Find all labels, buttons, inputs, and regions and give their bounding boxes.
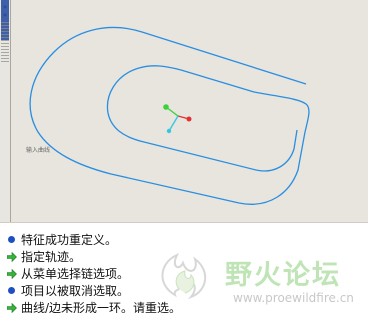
message-line: 指定轨迹。 (7, 248, 81, 265)
csys-z-end (166, 128, 172, 134)
info-dot-icon (8, 287, 15, 294)
message-line: 曲线/边未形成一环。请重选。 (7, 299, 181, 313)
prompt-arrow-icon (7, 268, 17, 279)
inner-trajectory-curve[interactable] (106, 65, 298, 172)
left-tool-strip[interactable]: » » (0, 0, 11, 222)
sketch-canvas[interactable] (11, 0, 368, 222)
collapse-arrow-icon[interactable]: » (1, 12, 9, 19)
message-text: 曲线/边未形成一环。请重选。 (21, 301, 182, 313)
coordinate-system[interactable] (163, 104, 192, 134)
info-dot-icon (8, 236, 15, 243)
message-text: 从菜单选择链选项。 (21, 267, 130, 281)
outer-trajectory-curve[interactable] (29, 26, 310, 205)
entity-label: 输入曲线 (26, 147, 51, 154)
prompt-arrow-icon (7, 302, 17, 313)
message-line: 特征成功重定义。 (7, 231, 117, 248)
message-line: 项目以被取消选取。 (7, 282, 129, 299)
prompt-arrow-icon (7, 251, 17, 262)
graphics-window[interactable]: 输入曲线 (11, 0, 368, 222)
message-text: 项目以被取消选取。 (21, 284, 130, 298)
drag-handle[interactable] (1, 22, 9, 62)
message-text: 指定轨迹。 (21, 250, 82, 264)
csys-z-axis (168, 115, 179, 132)
message-line: 从菜单选择链选项。 (7, 265, 129, 282)
message-area: 特征成功重定义。 指定轨迹。 从菜单选择链选项。 项目以被取消选取。 曲线/边未… (0, 222, 368, 313)
csys-x-end (186, 116, 192, 122)
csys-y-end (163, 104, 169, 110)
message-text: 特征成功重定义。 (21, 233, 118, 247)
main-window: » » 输入曲线 特征成功重定义。 指定轨迹。 从菜单选择链选项。 项目以被取消… (0, 0, 368, 313)
expand-arrow-icon[interactable]: » (1, 4, 9, 11)
